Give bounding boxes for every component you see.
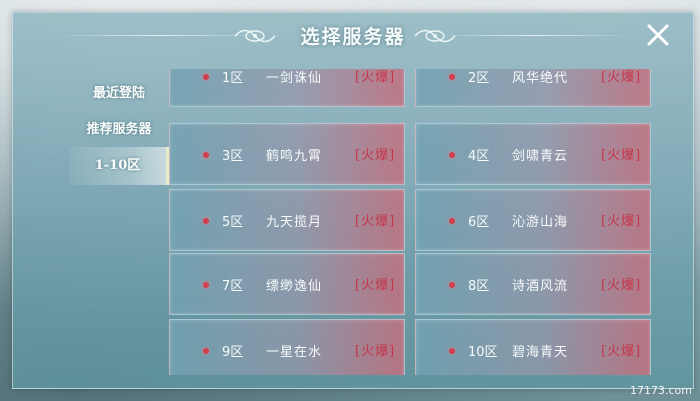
server-name: 风华绝代 xyxy=(512,71,569,86)
status-dot-icon xyxy=(203,282,209,288)
server-name: 九天揽月 xyxy=(266,215,323,230)
status-dot-icon xyxy=(203,348,209,354)
server-card-9[interactable]: 9区 一星在水 [火爆] xyxy=(169,319,405,375)
server-name: 一剑诛仙 xyxy=(266,71,323,86)
sidebar-item-recommended[interactable]: 推荐服务器 xyxy=(69,111,169,149)
status-dot-icon xyxy=(449,282,455,288)
server-select-panel: 选择服务器 最近登陆 推荐服务器 1-10区 1区 一剑诛仙 [火爆] 2区 风… xyxy=(12,12,694,389)
server-zone: 9区 xyxy=(222,345,244,360)
server-name: 碧海青天 xyxy=(512,345,569,360)
server-card-2[interactable]: 2区 风华绝代 [火爆] xyxy=(415,69,651,107)
server-zone: 4区 xyxy=(468,149,490,164)
status-dot-icon xyxy=(449,218,455,224)
server-zone: 2区 xyxy=(468,71,490,86)
status-badge: [火爆] xyxy=(601,70,642,85)
server-card-1[interactable]: 1区 一剑诛仙 [火爆] xyxy=(169,69,405,107)
close-icon[interactable] xyxy=(645,22,671,48)
status-badge: [火爆] xyxy=(601,214,642,229)
status-badge: [火爆] xyxy=(355,70,396,85)
server-name: 鹤鸣九霄 xyxy=(266,149,323,164)
page-title: 选择服务器 xyxy=(300,26,406,48)
status-dot-icon xyxy=(449,348,455,354)
cloud-ornament-right-icon xyxy=(414,29,456,43)
status-badge: [火爆] xyxy=(355,344,396,359)
server-zone: 1区 xyxy=(222,71,244,86)
server-zone: 5区 xyxy=(222,215,244,230)
server-card-6[interactable]: 6区 沁游山海 [火爆] xyxy=(415,189,651,251)
status-dot-icon xyxy=(203,218,209,224)
status-badge: [火爆] xyxy=(355,278,396,293)
server-card-8[interactable]: 8区 诗酒风流 [火爆] xyxy=(415,253,651,315)
server-zone: 8区 xyxy=(468,279,490,294)
server-card-5[interactable]: 5区 九天揽月 [火爆] xyxy=(169,189,405,251)
server-name: 剑啸青云 xyxy=(512,149,569,164)
server-zone: 3区 xyxy=(222,149,244,164)
sidebar-item-zone-1-10[interactable]: 1-10区 xyxy=(69,147,169,185)
status-badge: [火爆] xyxy=(355,148,396,163)
server-zone: 10区 xyxy=(468,345,498,360)
server-name: 缥缈逸仙 xyxy=(266,279,323,294)
server-name: 一星在水 xyxy=(266,345,323,360)
status-dot-icon xyxy=(203,152,209,158)
sidebar-item-recent-login[interactable]: 最近登陆 xyxy=(69,75,169,113)
status-badge: [火爆] xyxy=(355,214,396,229)
status-badge: [火爆] xyxy=(601,344,642,359)
server-card-10[interactable]: 10区 碧海青天 [火爆] xyxy=(415,319,651,375)
status-badge: [火爆] xyxy=(601,278,642,293)
sidebar: 最近登陆 推荐服务器 1-10区 xyxy=(69,75,169,185)
server-zone: 6区 xyxy=(468,215,490,230)
server-card-3[interactable]: 3区 鹤鸣九霄 [火爆] xyxy=(169,123,405,185)
server-name: 诗酒风流 xyxy=(512,279,569,294)
server-grid: 1区 一剑诛仙 [火爆] 2区 风华绝代 [火爆] 3区 鹤鸣九霄 [火爆] 4… xyxy=(169,69,673,375)
server-name: 沁游山海 xyxy=(512,215,569,230)
status-dot-icon xyxy=(449,74,455,80)
site-watermark: 17173.com xyxy=(630,384,692,397)
status-dot-icon xyxy=(203,74,209,80)
server-card-4[interactable]: 4区 剑啸青云 [火爆] xyxy=(415,123,651,185)
server-card-7[interactable]: 7区 缥缈逸仙 [火爆] xyxy=(169,253,405,315)
server-zone: 7区 xyxy=(222,279,244,294)
status-dot-icon xyxy=(449,152,455,158)
status-badge: [火爆] xyxy=(601,148,642,163)
